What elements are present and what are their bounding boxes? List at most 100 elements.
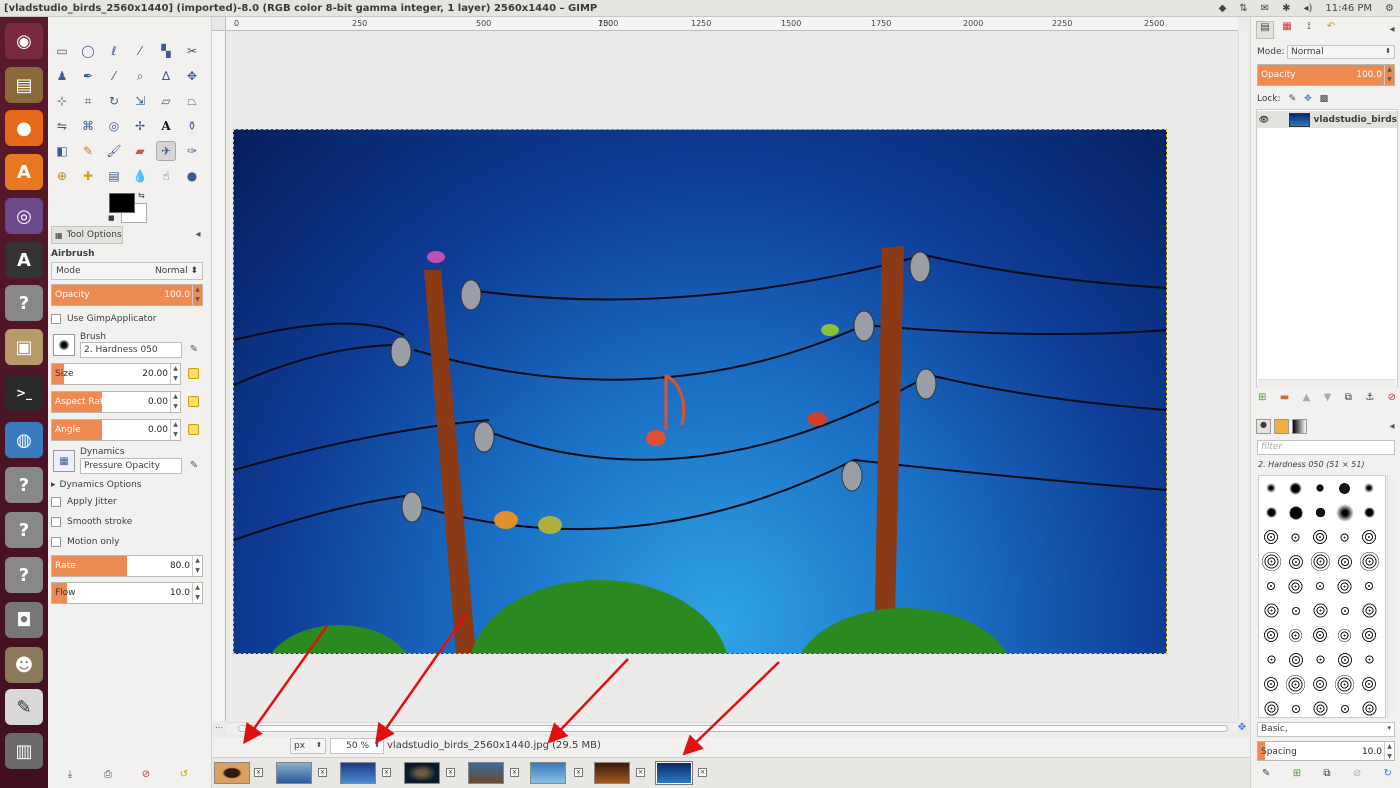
apply-jitter-checkbox[interactable] [51,497,61,507]
close-tab-icon[interactable]: × [254,768,263,777]
horizontal-ruler[interactable]: 0 250 500 750 1000 1250 1500 1750 2000 2… [226,17,1238,31]
new-group-icon[interactable]: ▬ [1280,392,1289,408]
dock-menu-icon[interactable]: ◂ [1386,24,1398,36]
layers-tab-icon[interactable]: ▤ [1256,21,1274,39]
globe-icon[interactable]: ◍ [5,422,43,458]
close-tab-icon[interactable]: × [574,768,583,777]
rect-select-icon[interactable]: ▭ [52,41,72,61]
flow-spinner[interactable]: ▲ ▼ [192,583,202,603]
paths-tab-icon[interactable]: ⟟ [1300,21,1318,39]
spacing-slider[interactable]: Spacing 10.0 ▲ ▼ [1257,741,1395,761]
swap-colors-icon[interactable]: ⇆ [138,191,145,200]
brush-thumbnail[interactable] [1358,698,1380,720]
trash-icon[interactable]: ▥ [5,733,43,769]
undo-tab-icon[interactable]: ↶ [1322,21,1340,39]
tab-menu-icon[interactable]: ◂ [192,229,204,241]
delete-layer-icon[interactable]: ⊘ [1388,392,1396,408]
raise-layer-icon[interactable]: ▲ [1303,392,1311,408]
zoom-field[interactable]: 50 % ⬍ [330,738,384,754]
brush-thumbnail[interactable] [1285,698,1307,720]
tool-options-tab[interactable]: ▦ Tool Options [51,226,123,244]
color-select-icon[interactable]: ▚ [156,41,176,61]
vertical-scrollbar[interactable] [1238,31,1248,719]
layer-mode-select[interactable]: Normal ⬍ [1287,45,1395,59]
pencil-icon[interactable]: ✎ [78,141,98,161]
use-gimp-applicator-checkbox[interactable] [51,314,61,324]
horizontal-scrollbar[interactable] [226,722,1238,734]
blend-icon[interactable]: ◧ [52,141,72,161]
brush-thumbnail[interactable] [1309,673,1331,695]
color-picker-icon[interactable]: ⁄ [104,66,124,86]
image-tab-thumb[interactable] [468,762,504,784]
flow-slider[interactable]: Flow 10.0 ▲ ▼ [51,582,203,604]
rate-slider[interactable]: Rate 80.0 ▲ ▼ [51,555,203,577]
image-tab-thumb[interactable] [404,762,440,784]
brush-thumbnail[interactable] [1309,551,1331,573]
brush-thumbnail[interactable] [1309,600,1331,622]
brush-thumbnail[interactable] [1358,624,1380,646]
delete-options-icon[interactable]: ⊘ [140,769,152,781]
unknown-app-icon[interactable]: ? [5,467,43,503]
brush-thumbnail[interactable] [1285,526,1307,548]
close-tab-icon[interactable]: × [510,768,519,777]
unit-select[interactable]: px ⬍ [290,738,326,754]
duplicate-brush-icon[interactable]: ⧉ [1323,768,1330,782]
dynamics-name-field[interactable]: Pressure Opacity [80,458,182,474]
brush-preview[interactable] [53,334,75,356]
brushes-menu-icon[interactable]: ◂ [1386,421,1398,433]
motion-only-row[interactable]: Motion only [51,533,119,551]
airbrush-icon[interactable]: ✈ [156,141,176,161]
smooth-stroke-row[interactable]: Smooth stroke [51,513,132,531]
reset-angle-icon[interactable] [188,424,199,435]
dynamics-preview[interactable]: ▦ [53,450,75,472]
image-tab-thumb-active[interactable] [656,762,692,784]
media-player-icon[interactable]: ◎ [5,198,43,234]
perspective-clone-icon[interactable]: ▤ [104,166,124,186]
brush-thumbnail[interactable] [1285,477,1307,499]
size-slider[interactable]: Size 20.00 ▲ ▼ [51,363,181,385]
brush-name-field[interactable]: 2. Hardness 050 [80,342,182,358]
brushes-vscroll[interactable] [1387,475,1396,718]
image-canvas[interactable] [233,129,1167,654]
brush-thumbnail[interactable] [1334,624,1356,646]
angle-spinner[interactable]: ▲ ▼ [170,420,180,440]
motion-only-checkbox[interactable] [51,537,61,547]
clock[interactable]: 11:46 PM [1325,3,1372,14]
close-tab-icon[interactable]: × [318,768,327,777]
apply-jitter-row[interactable]: Apply Jitter [51,493,117,511]
layers-hscroll[interactable] [1258,379,1396,388]
size-spinner[interactable]: ▲ ▼ [170,364,180,384]
angle-slider[interactable]: Angle 0.00 ▲ ▼ [51,419,181,441]
patterns-tab-icon[interactable] [1274,419,1289,434]
brush-thumbnail[interactable] [1334,526,1356,548]
brush-thumbnail[interactable] [1260,551,1282,573]
zoom-icon[interactable]: ⌕ [130,66,150,86]
vertical-ruler[interactable] [212,31,226,721]
brush-thumbnail[interactable] [1334,502,1356,524]
brush-thumbnail[interactable] [1260,698,1282,720]
paths-icon[interactable]: ✒ [78,66,98,86]
flip-icon[interactable]: ⇋ [52,116,72,136]
layer-opacity-spinner[interactable]: ▲ ▼ [1384,65,1394,85]
visibility-eye-icon[interactable]: 👁 [1257,115,1270,124]
brush-thumbnail[interactable] [1358,673,1380,695]
brush-thumbnail[interactable] [1285,600,1307,622]
brush-thumbnail[interactable] [1358,502,1380,524]
brush-thumbnail[interactable] [1358,526,1380,548]
brush-thumbnail[interactable] [1334,673,1356,695]
dropbox-icon[interactable]: ◆ [1219,3,1227,14]
smooth-stroke-checkbox[interactable] [51,517,61,527]
network-icon[interactable]: ⇅ [1239,3,1247,14]
new-brush-icon[interactable]: ⊞ [1293,768,1301,782]
software-center-icon[interactable]: A [5,154,43,190]
files-icon[interactable]: ▤ [5,67,43,103]
mail-icon[interactable]: ✉ [1261,3,1269,14]
brush-thumbnail[interactable] [1260,624,1282,646]
rotate-icon[interactable]: ↻ [104,91,124,111]
shear-icon[interactable]: ▱ [156,91,176,111]
edit-brush-icon[interactable]: ✎ [188,344,200,356]
spacing-spinner[interactable]: ▲ ▼ [1384,742,1394,760]
brush-thumbnail[interactable] [1309,477,1331,499]
brush-thumbnail[interactable] [1309,502,1331,524]
brush-thumbnail[interactable] [1358,551,1380,573]
